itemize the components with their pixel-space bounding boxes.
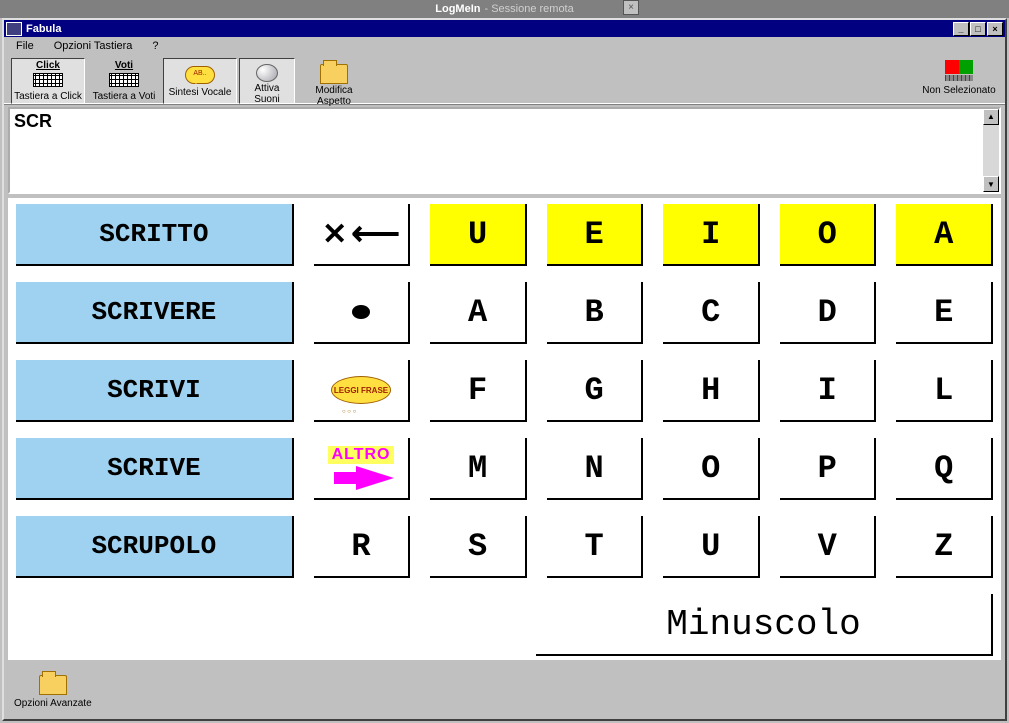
- key-button[interactable]: Z: [896, 516, 993, 578]
- menu-options[interactable]: Opzioni Tastiera: [48, 39, 139, 53]
- keyboard-area: SCRITTO ✕ ⟵ U E I O A SCRIVERE A B C D E: [8, 198, 1001, 660]
- altro-label: ALTRO: [328, 446, 395, 464]
- speaker-icon: [256, 64, 278, 82]
- click-top-label: Click: [36, 60, 60, 71]
- dot-icon: [352, 305, 370, 319]
- key-button[interactable]: V: [780, 516, 877, 578]
- app-window: Fabula _ □ × File Opzioni Tastiera ? Cli…: [2, 18, 1007, 721]
- remote-close-button[interactable]: ×: [623, 0, 639, 15]
- key-button[interactable]: I: [780, 360, 877, 422]
- key-button[interactable]: U: [430, 204, 527, 266]
- key-button[interactable]: T: [547, 516, 644, 578]
- selection-bar-icon: [945, 75, 973, 81]
- key-button[interactable]: S: [430, 516, 527, 578]
- toolbar: Click Tastiera a Click Voti Tastiera a V…: [4, 55, 1005, 105]
- text-scrollbar[interactable]: ▲ ▼: [983, 109, 999, 192]
- tools-folder-icon: [39, 675, 67, 695]
- scroll-track[interactable]: [983, 125, 999, 176]
- key-button[interactable]: P: [780, 438, 877, 500]
- titlebar: Fabula _ □ ×: [4, 20, 1005, 37]
- tastiera-click-button[interactable]: Click Tastiera a Click: [11, 58, 85, 104]
- selection-indicator: Non Selezionato: [919, 58, 999, 104]
- word-suggestion[interactable]: SCRIVI: [16, 360, 294, 422]
- key-button[interactable]: B: [547, 282, 644, 344]
- arrow-right-icon: [356, 466, 394, 490]
- key-button[interactable]: Q: [896, 438, 993, 500]
- voti-top-label: Voti: [115, 60, 133, 71]
- key-button[interactable]: R: [314, 516, 411, 578]
- maximize-button[interactable]: □: [970, 22, 986, 36]
- period-button[interactable]: [314, 282, 411, 344]
- sintesi-label: Sintesi Vocale: [169, 87, 232, 98]
- menu-file[interactable]: File: [10, 39, 40, 53]
- key-button[interactable]: N: [547, 438, 644, 500]
- key-button[interactable]: G: [547, 360, 644, 422]
- key-button[interactable]: E: [896, 282, 993, 344]
- key-button[interactable]: U: [663, 516, 760, 578]
- key-button[interactable]: F: [430, 360, 527, 422]
- minimize-button[interactable]: _: [953, 22, 969, 36]
- attiva-suoni-button[interactable]: Attiva Suoni: [239, 58, 295, 104]
- backspace-button[interactable]: ✕ ⟵: [314, 204, 411, 266]
- word-suggestion[interactable]: SCRIVERE: [16, 282, 294, 344]
- key-button[interactable]: O: [780, 204, 877, 266]
- click-label: Tastiera a Click: [14, 91, 82, 102]
- keyboard-row: SCRITTO ✕ ⟵ U E I O A: [12, 204, 997, 266]
- keyboard-row: SCRIVI LEGGI FRASE F G H I L: [12, 360, 997, 422]
- text-output-wrap: ▲ ▼: [8, 107, 1001, 194]
- keyboard-row: SCRIVE ALTRO M N O P Q: [12, 438, 997, 500]
- advanced-options-button[interactable]: Opzioni Avanzate: [12, 673, 94, 711]
- menubar: File Opzioni Tastiera ?: [4, 37, 1005, 54]
- tastiera-voti-button[interactable]: Voti Tastiera a Voti: [87, 58, 161, 104]
- scroll-down-button[interactable]: ▼: [983, 176, 999, 192]
- word-suggestion[interactable]: SCRUPOLO: [16, 516, 294, 578]
- voti-label: Tastiera a Voti: [93, 91, 156, 102]
- remote-session-titlebar: LogMeIn - Sessione remota ×: [0, 0, 1009, 18]
- remote-app-name: LogMeIn: [435, 3, 480, 15]
- word-suggestion[interactable]: SCRIVE: [16, 438, 294, 500]
- keyboard-icon: [33, 73, 63, 87]
- app-icon: [6, 22, 22, 36]
- keyboard-icon: [109, 73, 139, 87]
- key-button[interactable]: L: [896, 360, 993, 422]
- key-button[interactable]: C: [663, 282, 760, 344]
- close-button[interactable]: ×: [987, 22, 1003, 36]
- key-button[interactable]: M: [430, 438, 527, 500]
- bottom-bar: Opzioni Avanzate: [4, 664, 1005, 719]
- key-button[interactable]: H: [663, 360, 760, 422]
- key-button[interactable]: I: [663, 204, 760, 266]
- text-output[interactable]: [10, 109, 983, 192]
- modifica-aspetto-button[interactable]: Modifica Aspetto: [297, 58, 371, 104]
- delete-x-icon: ✕: [322, 217, 347, 252]
- case-row: Minuscolo: [12, 594, 997, 656]
- sintesi-vocale-button[interactable]: AB.. Sintesi Vocale: [163, 58, 237, 104]
- remote-session-sub: - Sessione remota: [484, 3, 573, 15]
- suoni-label: Attiva Suoni: [242, 83, 292, 105]
- altro-button[interactable]: ALTRO: [314, 438, 411, 500]
- advanced-label: Opzioni Avanzate: [14, 698, 92, 709]
- window-title: Fabula: [26, 23, 61, 35]
- key-button[interactable]: E: [547, 204, 644, 266]
- key-button[interactable]: A: [430, 282, 527, 344]
- word-suggestion[interactable]: SCRITTO: [16, 204, 294, 266]
- scroll-up-button[interactable]: ▲: [983, 109, 999, 125]
- case-toggle-button[interactable]: Minuscolo: [536, 594, 993, 656]
- key-button[interactable]: A: [896, 204, 993, 266]
- menu-help[interactable]: ?: [146, 39, 164, 53]
- aspetto-label: Modifica Aspetto: [300, 85, 368, 107]
- nonsel-label: Non Selezionato: [922, 85, 995, 96]
- keyboard-row: SCRIVERE A B C D E: [12, 282, 997, 344]
- speech-bubble-icon: AB..: [185, 66, 215, 84]
- key-button[interactable]: O: [663, 438, 760, 500]
- selection-lamp-icon: [945, 60, 973, 74]
- keyboard-row: SCRUPOLO R S T U V Z: [12, 516, 997, 578]
- tools-folder-icon: [320, 64, 348, 84]
- key-button[interactable]: D: [780, 282, 877, 344]
- read-phrase-button[interactable]: LEGGI FRASE: [314, 360, 411, 422]
- speech-bubble-icon: LEGGI FRASE: [331, 376, 391, 404]
